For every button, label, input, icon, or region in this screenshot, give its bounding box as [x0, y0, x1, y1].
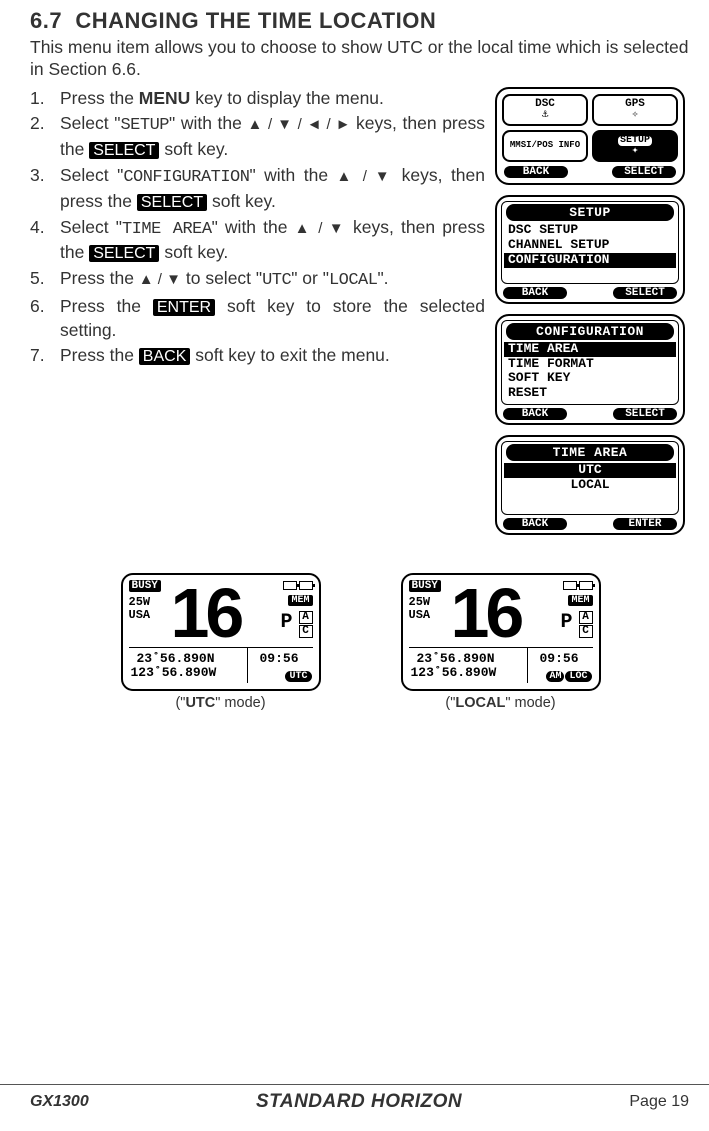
steps-list: 1. Press the MENU key to display the men…: [30, 87, 485, 368]
lcd-setup-menu: SETUP DSC SETUP CHANNEL SETUP CONFIGURAT…: [495, 195, 685, 304]
channel-group: USA: [129, 608, 151, 622]
lcd-timearea-menu: TIME AREA UTC LOCAL BACK ENTER: [495, 435, 685, 535]
list-item-selected: CONFIGURATION: [504, 253, 676, 268]
section-heading: 6.7 CHANGING THE TIME LOCATION: [30, 8, 691, 34]
wrench-icon: ✦: [632, 146, 639, 157]
page-number: Page 19: [629, 1093, 689, 1111]
section-title-text: CHANGING THE TIME LOCATION: [75, 8, 436, 33]
busy-badge: BUSY: [129, 580, 161, 592]
busy-badge: BUSY: [409, 580, 441, 592]
step-5: Press the ▲ / ▼ to select "UTC" or "LOCA…: [60, 267, 485, 293]
select-softkey: SELECT: [89, 245, 159, 262]
lcd-title: CONFIGURATION: [506, 323, 674, 340]
p-indicator: P: [280, 611, 292, 634]
list-item: SOFT KEY: [504, 371, 676, 386]
menu-tile-gps: GPS✧: [592, 94, 678, 126]
list-item: DSC SETUP: [504, 223, 676, 238]
step-7: Press the BACK soft key to exit the menu…: [60, 344, 485, 368]
ac-indicator: AC: [579, 611, 593, 639]
select-softkey: SELECT: [89, 142, 159, 159]
select-softkey: SELECT: [612, 166, 676, 178]
back-softkey: BACK: [139, 348, 191, 365]
step-3: Select "CONFIGURATION" with the ▲ / ▼ ke…: [60, 164, 485, 214]
lcd-title: SETUP: [506, 204, 674, 221]
step-2: Select "SETUP" with the ▲ / ▼ / ◄ / ► ke…: [60, 112, 485, 162]
ship-icon: ⚓: [542, 110, 549, 121]
model-number: GX1300: [30, 1093, 89, 1111]
page-footer: GX1300 STANDARD HORIZON Page 19: [0, 1084, 709, 1113]
tx-power: 25W: [129, 595, 151, 609]
list-item: RESET: [504, 386, 676, 401]
arrow-keys-icon: ▲ / ▼: [337, 168, 394, 185]
select-softkey: SELECT: [613, 287, 677, 299]
select-softkey: SELECT: [613, 408, 677, 420]
back-softkey: BACK: [503, 408, 567, 420]
enter-softkey: ENTER: [153, 299, 215, 316]
ac-indicator: AC: [299, 611, 313, 639]
arrow-keys-icon: ▲ / ▼: [295, 220, 346, 237]
menu-tile-mmsi: MMSI/POS INFO: [502, 130, 588, 162]
arrow-keys-icon: ▲ / ▼: [139, 271, 181, 288]
step-4: Select "TIME AREA" with the ▲ / ▼ keys, …: [60, 216, 485, 266]
list-item-selected: UTC: [504, 463, 676, 478]
step-1: Press the MENU key to display the menu.: [60, 87, 485, 111]
utc-mode-caption: ("UTC" mode): [175, 695, 265, 711]
satellite-icon: ✧: [632, 110, 639, 121]
latitude: 23˚56.890N: [137, 651, 215, 666]
select-softkey: SELECT: [137, 194, 207, 211]
lcd-title: TIME AREA: [506, 444, 674, 461]
enter-softkey: ENTER: [613, 518, 677, 530]
battery-icon: [563, 581, 593, 590]
list-item-selected: TIME AREA: [504, 342, 676, 357]
section-intro: This menu item allows you to choose to s…: [30, 36, 691, 81]
back-softkey: BACK: [503, 287, 567, 299]
back-softkey: BACK: [504, 166, 568, 178]
mem-badge: MEM: [568, 595, 592, 606]
lcd-radio-utc-mode: BUSY 25W USA 16 MEM P AC 23˚56.890N 123˚…: [121, 573, 321, 691]
local-mode-caption: ("LOCAL" mode): [445, 695, 555, 711]
section-number: 6.7: [30, 8, 62, 33]
channel-group: USA: [409, 608, 431, 622]
lcd-configuration-menu: CONFIGURATION TIME AREA TIME FORMAT SOFT…: [495, 314, 685, 426]
channel-number: 16: [171, 573, 241, 653]
list-item: CHANNEL SETUP: [504, 238, 676, 253]
mem-badge: MEM: [288, 595, 312, 606]
longitude: 123˚56.890W: [411, 665, 497, 680]
lcd-main-menu: DSC⚓ GPS✧ MMSI/POS INFO SETUP✦ BACK SELE…: [495, 87, 685, 185]
lcd-radio-local-mode: BUSY 25W USA 16 MEM P AC 23˚56.890N 123˚…: [401, 573, 601, 691]
list-item: LOCAL: [504, 478, 676, 493]
time-mode-tag: UTC: [285, 665, 311, 683]
menu-hardkey: MENU: [139, 88, 191, 108]
menu-tile-dsc: DSC⚓: [502, 94, 588, 126]
p-indicator: P: [560, 611, 572, 634]
time-value: 09:56: [539, 651, 578, 666]
brand-logo: STANDARD HORIZON: [256, 1091, 462, 1113]
back-softkey: BACK: [503, 518, 567, 530]
menu-tile-setup-selected: SETUP✦: [592, 130, 678, 162]
time-mode-tag: AMLOC: [546, 665, 591, 683]
list-item: TIME FORMAT: [504, 357, 676, 372]
battery-icon: [283, 581, 313, 590]
step-6: Press the ENTER soft key to store the se…: [60, 295, 485, 342]
longitude: 123˚56.890W: [131, 665, 217, 680]
latitude: 23˚56.890N: [417, 651, 495, 666]
tx-power: 25W: [409, 595, 431, 609]
time-value: 09:56: [259, 651, 298, 666]
arrow-keys-icon: ▲ / ▼ / ◄ / ►: [248, 116, 351, 133]
channel-number: 16: [451, 573, 521, 653]
